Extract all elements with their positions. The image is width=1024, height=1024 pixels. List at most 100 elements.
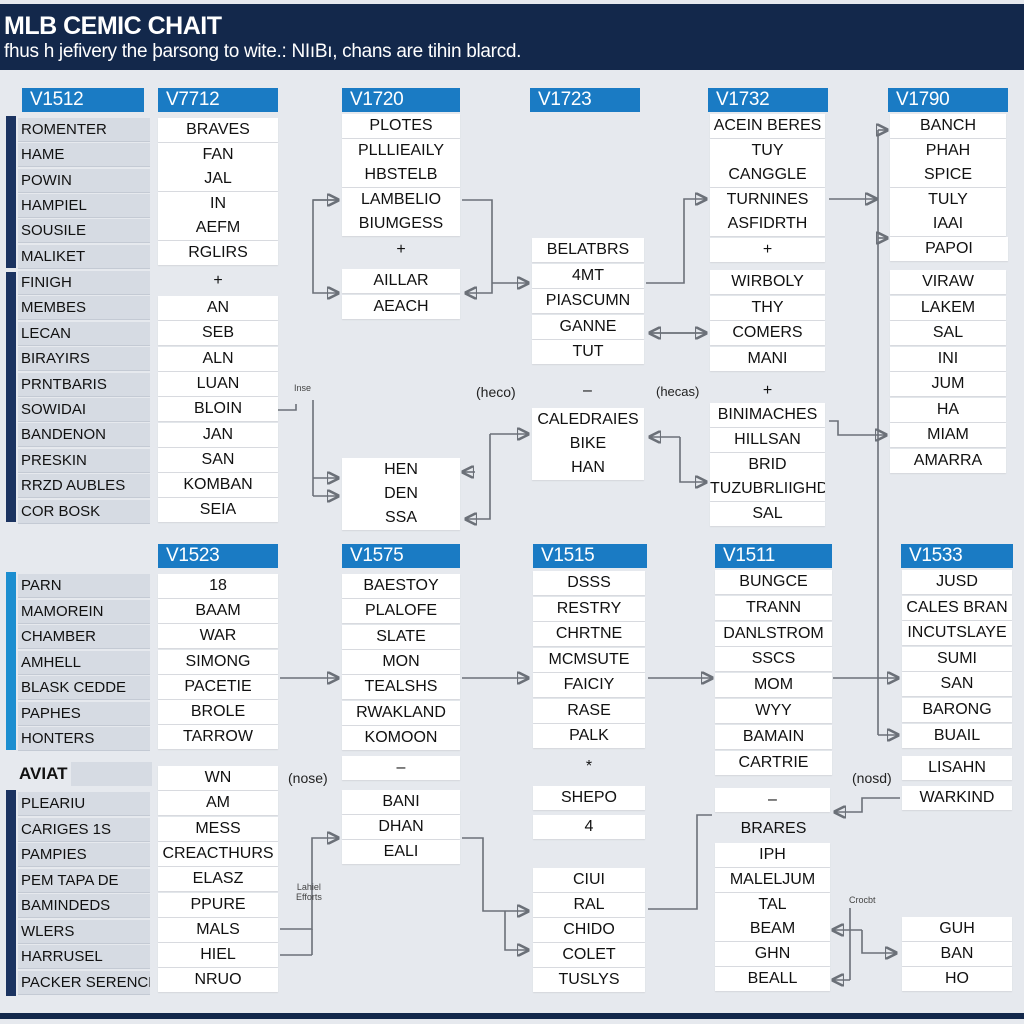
table-cell: DHAN bbox=[342, 815, 460, 839]
connector bbox=[504, 911, 528, 950]
column-header-v1523: V1523 bbox=[158, 544, 278, 568]
row-label: BLASK CEDDE bbox=[18, 676, 150, 700]
connector bbox=[648, 814, 712, 910]
table-cell: HAN bbox=[532, 456, 644, 480]
row-label: HARRUSEL bbox=[18, 945, 150, 969]
table-cell: BEALL bbox=[715, 967, 830, 991]
row-label: HAMPIEL bbox=[18, 193, 150, 218]
table-cell: BROLE bbox=[158, 700, 278, 724]
row-label: CHAMBER bbox=[18, 625, 150, 649]
table-cell: AEFM bbox=[158, 216, 278, 241]
table-cell: RASE bbox=[533, 698, 645, 723]
row-label: FINIGH bbox=[18, 271, 150, 295]
group-title-aviat: AVIAT bbox=[16, 762, 72, 786]
row-label: PLEARIU bbox=[18, 792, 150, 816]
connector-lines bbox=[278, 0, 900, 1024]
page-title: MLB CEMIC CHAIT bbox=[4, 12, 222, 40]
table-cell: LAKEM bbox=[890, 295, 1006, 320]
row-label: PEM TAPA DE bbox=[18, 868, 150, 893]
table-cell: WYY bbox=[715, 699, 832, 723]
table-cell: THY bbox=[710, 295, 825, 320]
row-label: MAMOREIN bbox=[18, 599, 150, 624]
table-cell: 4MT bbox=[532, 263, 644, 288]
table-cell: TAL bbox=[715, 892, 830, 917]
table-cell: WIRBOLY bbox=[710, 270, 825, 294]
connector bbox=[835, 797, 900, 812]
row-label: BIRAYIRS bbox=[18, 347, 150, 372]
table-cell: JAN bbox=[158, 422, 278, 447]
table-cell: EALI bbox=[342, 840, 460, 864]
column-header-v1723: V1723 bbox=[530, 88, 640, 112]
table-cell: DSSS bbox=[533, 571, 645, 595]
group-title-bar: AVIAT bbox=[16, 762, 152, 786]
table-cell: HA bbox=[890, 397, 1006, 422]
table-cell: INI bbox=[890, 346, 1006, 371]
table-cell: TUSLYS bbox=[533, 968, 645, 992]
table-cell: BEAM bbox=[715, 917, 830, 942]
table-cell: CHRTNE bbox=[533, 622, 645, 646]
table-cell: ALN bbox=[158, 346, 278, 371]
row-label: POWIN bbox=[18, 168, 150, 193]
table-cell: BAMAIN bbox=[715, 724, 832, 749]
table-cell: HEN bbox=[342, 458, 460, 482]
table-cell: TUT bbox=[532, 340, 644, 364]
table-cell: BRAVES bbox=[158, 118, 278, 142]
table-cell: GUH bbox=[902, 917, 1012, 941]
annotation-line: Lahiel bbox=[296, 882, 321, 892]
table-cell: ELASZ bbox=[158, 867, 278, 892]
table-cell: BRID bbox=[710, 452, 825, 477]
table-cell: SAL bbox=[890, 321, 1006, 345]
separator-asterisk: * bbox=[585, 758, 593, 775]
table-cell: JUM bbox=[890, 372, 1006, 396]
table-cell: SEIA bbox=[158, 498, 278, 523]
column-header-v1512: V1512 bbox=[22, 88, 144, 112]
table-cell: CHIDO bbox=[533, 918, 645, 942]
table-cell: SPICE bbox=[890, 163, 1006, 188]
table-cell: SSA bbox=[342, 506, 460, 530]
table-cell: DEN bbox=[342, 482, 460, 506]
table-cell: TRANN bbox=[715, 595, 832, 620]
table-cell: AN bbox=[158, 296, 278, 320]
table-cell: SHEPO bbox=[533, 786, 645, 810]
connector bbox=[861, 930, 896, 953]
table-cell: HBSTELB bbox=[342, 163, 460, 188]
table-cell: BIUMGESS bbox=[342, 212, 460, 237]
table-cell: BINIMACHES bbox=[710, 403, 825, 427]
annotation-heco: (heco) bbox=[476, 384, 516, 400]
annotation-line: Efforts bbox=[296, 892, 322, 902]
annotation-nose: (nose) bbox=[288, 770, 328, 786]
row-label: BAMINDEDS bbox=[18, 894, 150, 918]
row-label: WLERS bbox=[18, 919, 150, 944]
table-cell: TURNINES bbox=[710, 187, 825, 212]
table-cell: COLET bbox=[533, 943, 645, 967]
table-cell: PLLLIEAILY bbox=[342, 138, 460, 163]
row-label: MALIKET bbox=[18, 244, 150, 269]
column-header-v1515: V1515 bbox=[533, 544, 647, 568]
table-cell: SSCS bbox=[715, 647, 832, 672]
table-cell: BAN bbox=[902, 942, 1012, 966]
table-cell: HO bbox=[902, 967, 1012, 991]
row-label: LECAN bbox=[18, 321, 150, 346]
table-cell: MIAM bbox=[890, 423, 1006, 447]
table-cell: PALK bbox=[533, 724, 645, 748]
row-label: PRESKIN bbox=[18, 448, 150, 473]
table-cell: RAL bbox=[533, 893, 645, 917]
column-header-v1511: V1511 bbox=[715, 544, 832, 568]
table-cell: CALEDRAIES bbox=[532, 408, 644, 432]
table-cell: FAICIY bbox=[533, 673, 645, 697]
separator-plus: + bbox=[762, 382, 773, 399]
table-cell: TEALSHS bbox=[342, 675, 460, 700]
separator-cell: + bbox=[710, 238, 825, 262]
table-cell: AMARRA bbox=[890, 448, 1006, 473]
column-header-v1790: V1790 bbox=[888, 88, 1008, 112]
table-cell: MOM bbox=[715, 673, 832, 698]
connector bbox=[462, 837, 528, 911]
table-cell: PIASCUMN bbox=[532, 289, 644, 313]
table-cell: LUAN bbox=[158, 371, 278, 396]
table-cell: CARTRIE bbox=[715, 750, 832, 775]
row-label: HONTERS bbox=[18, 727, 150, 751]
table-cell: BUAIL bbox=[902, 723, 1012, 748]
connector bbox=[829, 420, 886, 435]
row-label: PAPHES bbox=[18, 701, 150, 726]
table-cell: KOMBAN bbox=[158, 473, 278, 498]
